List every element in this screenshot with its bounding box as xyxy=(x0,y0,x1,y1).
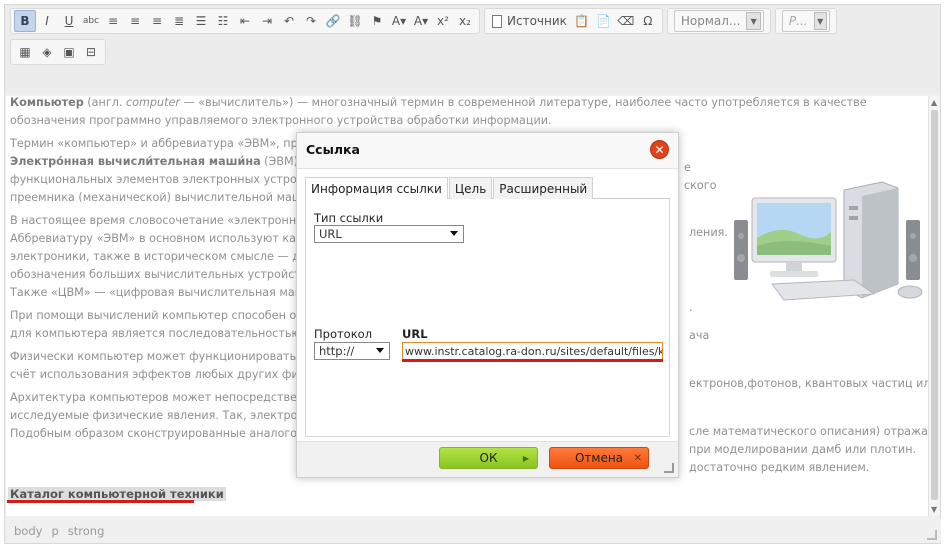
path-element-body[interactable]: body xyxy=(14,524,42,538)
dialog-footer: ОК ▶ Отмена ✕ xyxy=(297,441,678,477)
arrow-right-icon: ▶ xyxy=(522,453,529,463)
resize-grip-icon[interactable] xyxy=(927,530,937,540)
chevron-down-icon: ▼ xyxy=(813,12,827,30)
protocol-value: http:// xyxy=(319,344,355,358)
protocol-label: Протокол xyxy=(314,327,373,341)
chevron-down-icon xyxy=(450,231,458,236)
document-icon xyxy=(492,14,502,28)
subscript-button[interactable]: x₂ xyxy=(454,10,476,32)
dialog-resize-grip-icon[interactable] xyxy=(664,463,674,473)
indent-button[interactable]: ⇥ xyxy=(256,10,278,32)
scroll-up-icon[interactable]: ▲ xyxy=(931,98,937,107)
element-path-statusbar: body p strong xyxy=(6,519,941,543)
align-justify-button[interactable]: ≣ xyxy=(168,10,190,32)
style-combo-group: Р... ▼ xyxy=(774,8,837,34)
superscript-button[interactable]: x² xyxy=(432,10,454,32)
tab-target[interactable]: Цель xyxy=(448,177,493,199)
insert-button-group: ▦ ◈ ▣ ⊟ xyxy=(10,39,106,65)
link-dialog: Ссылка ✕ Информация ссылки Цель Расширенны… xyxy=(296,132,679,478)
source-button[interactable]: Источник xyxy=(488,10,571,32)
text-color-button[interactable]: A▾ xyxy=(388,10,410,32)
catalog-link[interactable]: Каталог компьютерной техники xyxy=(8,487,226,501)
dialog-titlebar[interactable]: Ссылка ✕ xyxy=(297,133,678,169)
unlink-button[interactable]: ⛓ xyxy=(344,10,366,32)
chevron-down-icon xyxy=(376,348,384,353)
outdent-button[interactable]: ⇤ xyxy=(234,10,256,32)
dialog-title: Ссылка xyxy=(306,142,360,157)
strike-button[interactable]: abc xyxy=(80,10,102,32)
source-button-label: Источник xyxy=(507,14,567,28)
format-combo-group: Нормал... ▼ xyxy=(666,8,771,34)
bold-button[interactable]: B xyxy=(14,10,36,32)
cancel-button[interactable]: Отмена ✕ xyxy=(549,447,649,469)
highlight-underline xyxy=(7,500,194,503)
editor-toolbar: B I Uabc ≡ ≡ ≡ ≣ ☰ ☷ ⇤ ⇥ ↶ ↷ 🔗 ⛓ ⚑ A▾ A▾ x² x₂ Источник 📋 📄 ⌫… xyxy=(5,5,940,93)
close-icon[interactable]: ✕ xyxy=(650,140,669,159)
image-button[interactable]: ▣ xyxy=(58,41,80,63)
format-button-group: B I Uabc ≡ ≡ ≡ ≣ ☰ ☷ ⇤ ⇥ ↶ ↷ 🔗 ⛓ ⚑ A▾ A▾ x² x₂ xyxy=(10,8,480,34)
underline-button[interactable]: U xyxy=(58,10,80,32)
protocol-select[interactable]: http:// xyxy=(314,342,390,360)
path-element-p[interactable]: p xyxy=(51,524,58,538)
tab-link-info[interactable]: Информация ссылки xyxy=(305,177,448,200)
path-element-strong[interactable]: strong xyxy=(68,524,105,538)
tail-button-group: 📋 📄 ⌫ Ω xyxy=(571,10,659,32)
link-type-select[interactable]: URL xyxy=(314,225,464,243)
cancel-button-label: Отмена xyxy=(574,451,624,465)
source-group: Источник 📋 📄 ⌫ Ω xyxy=(484,8,663,34)
scrollbar-thumb[interactable] xyxy=(931,110,938,500)
link-button[interactable]: 🔗 xyxy=(322,10,344,32)
url-label: URL xyxy=(402,327,428,341)
chevron-down-icon: ▼ xyxy=(746,12,761,30)
tab-advanced[interactable]: Расширенный xyxy=(493,177,594,199)
undo-button[interactable]: ↶ xyxy=(278,10,300,32)
align-center-button[interactable]: ≡ xyxy=(124,10,146,32)
ok-button-label: ОК xyxy=(479,451,498,465)
scroll-down-icon[interactable]: ▼ xyxy=(931,505,937,514)
toolbar-row-1: B I Uabc ≡ ≡ ≡ ≣ ☰ ☷ ⇤ ⇥ ↶ ↷ 🔗 ⛓ ⚑ A▾ A▾ x² x₂ Источник 📋 📄 ⌫… xyxy=(10,8,841,34)
vertical-scrollbar[interactable]: ▲ ▼ xyxy=(928,96,940,516)
style-combo[interactable]: Р... ▼ xyxy=(781,10,830,32)
redo-button[interactable]: ↷ xyxy=(300,10,322,32)
italic-button[interactable]: I xyxy=(36,10,58,32)
table-button[interactable]: ▦ xyxy=(14,41,36,63)
link-type-value: URL xyxy=(319,227,342,241)
url-highlight-underline xyxy=(402,359,663,362)
paste-word-button[interactable]: 📄 xyxy=(593,10,615,32)
toolbar-row-2: ▦ ◈ ▣ ⊟ xyxy=(10,39,110,65)
align-right-button[interactable]: ≡ xyxy=(146,10,168,32)
dialog-tabs: Информация ссылки Цель Расширенный xyxy=(305,177,670,200)
url-input[interactable]: www.instr.catalog.ra-don.ru/sites/defaul… xyxy=(402,342,663,360)
anchor-button[interactable]: ⚑ xyxy=(366,10,388,32)
format-combo-value: Нормал... xyxy=(680,14,741,28)
special-char-button[interactable]: Ω xyxy=(637,10,659,32)
bulleted-list-button[interactable]: ☰ xyxy=(190,10,212,32)
format-combo[interactable]: Нормал... ▼ xyxy=(673,10,764,32)
hr-button[interactable]: ⊟ xyxy=(80,41,102,63)
numbered-list-button[interactable]: ☷ xyxy=(212,10,234,32)
ok-button[interactable]: ОК ▶ xyxy=(439,447,538,469)
link-type-label: Тип ссылки xyxy=(314,211,384,225)
remove-format-button[interactable]: ⌫ xyxy=(615,10,637,32)
iframe-button[interactable]: ◈ xyxy=(36,41,58,63)
link-info-panel: Тип ссылки URL Протокол http:// URL www.… xyxy=(305,199,670,437)
close-icon: ✕ xyxy=(633,452,642,464)
style-combo-value: Р... xyxy=(788,14,808,28)
paste-text-button[interactable]: 📋 xyxy=(571,10,593,32)
align-left-button[interactable]: ≡ xyxy=(102,10,124,32)
bg-color-button[interactable]: A▾ xyxy=(410,10,432,32)
